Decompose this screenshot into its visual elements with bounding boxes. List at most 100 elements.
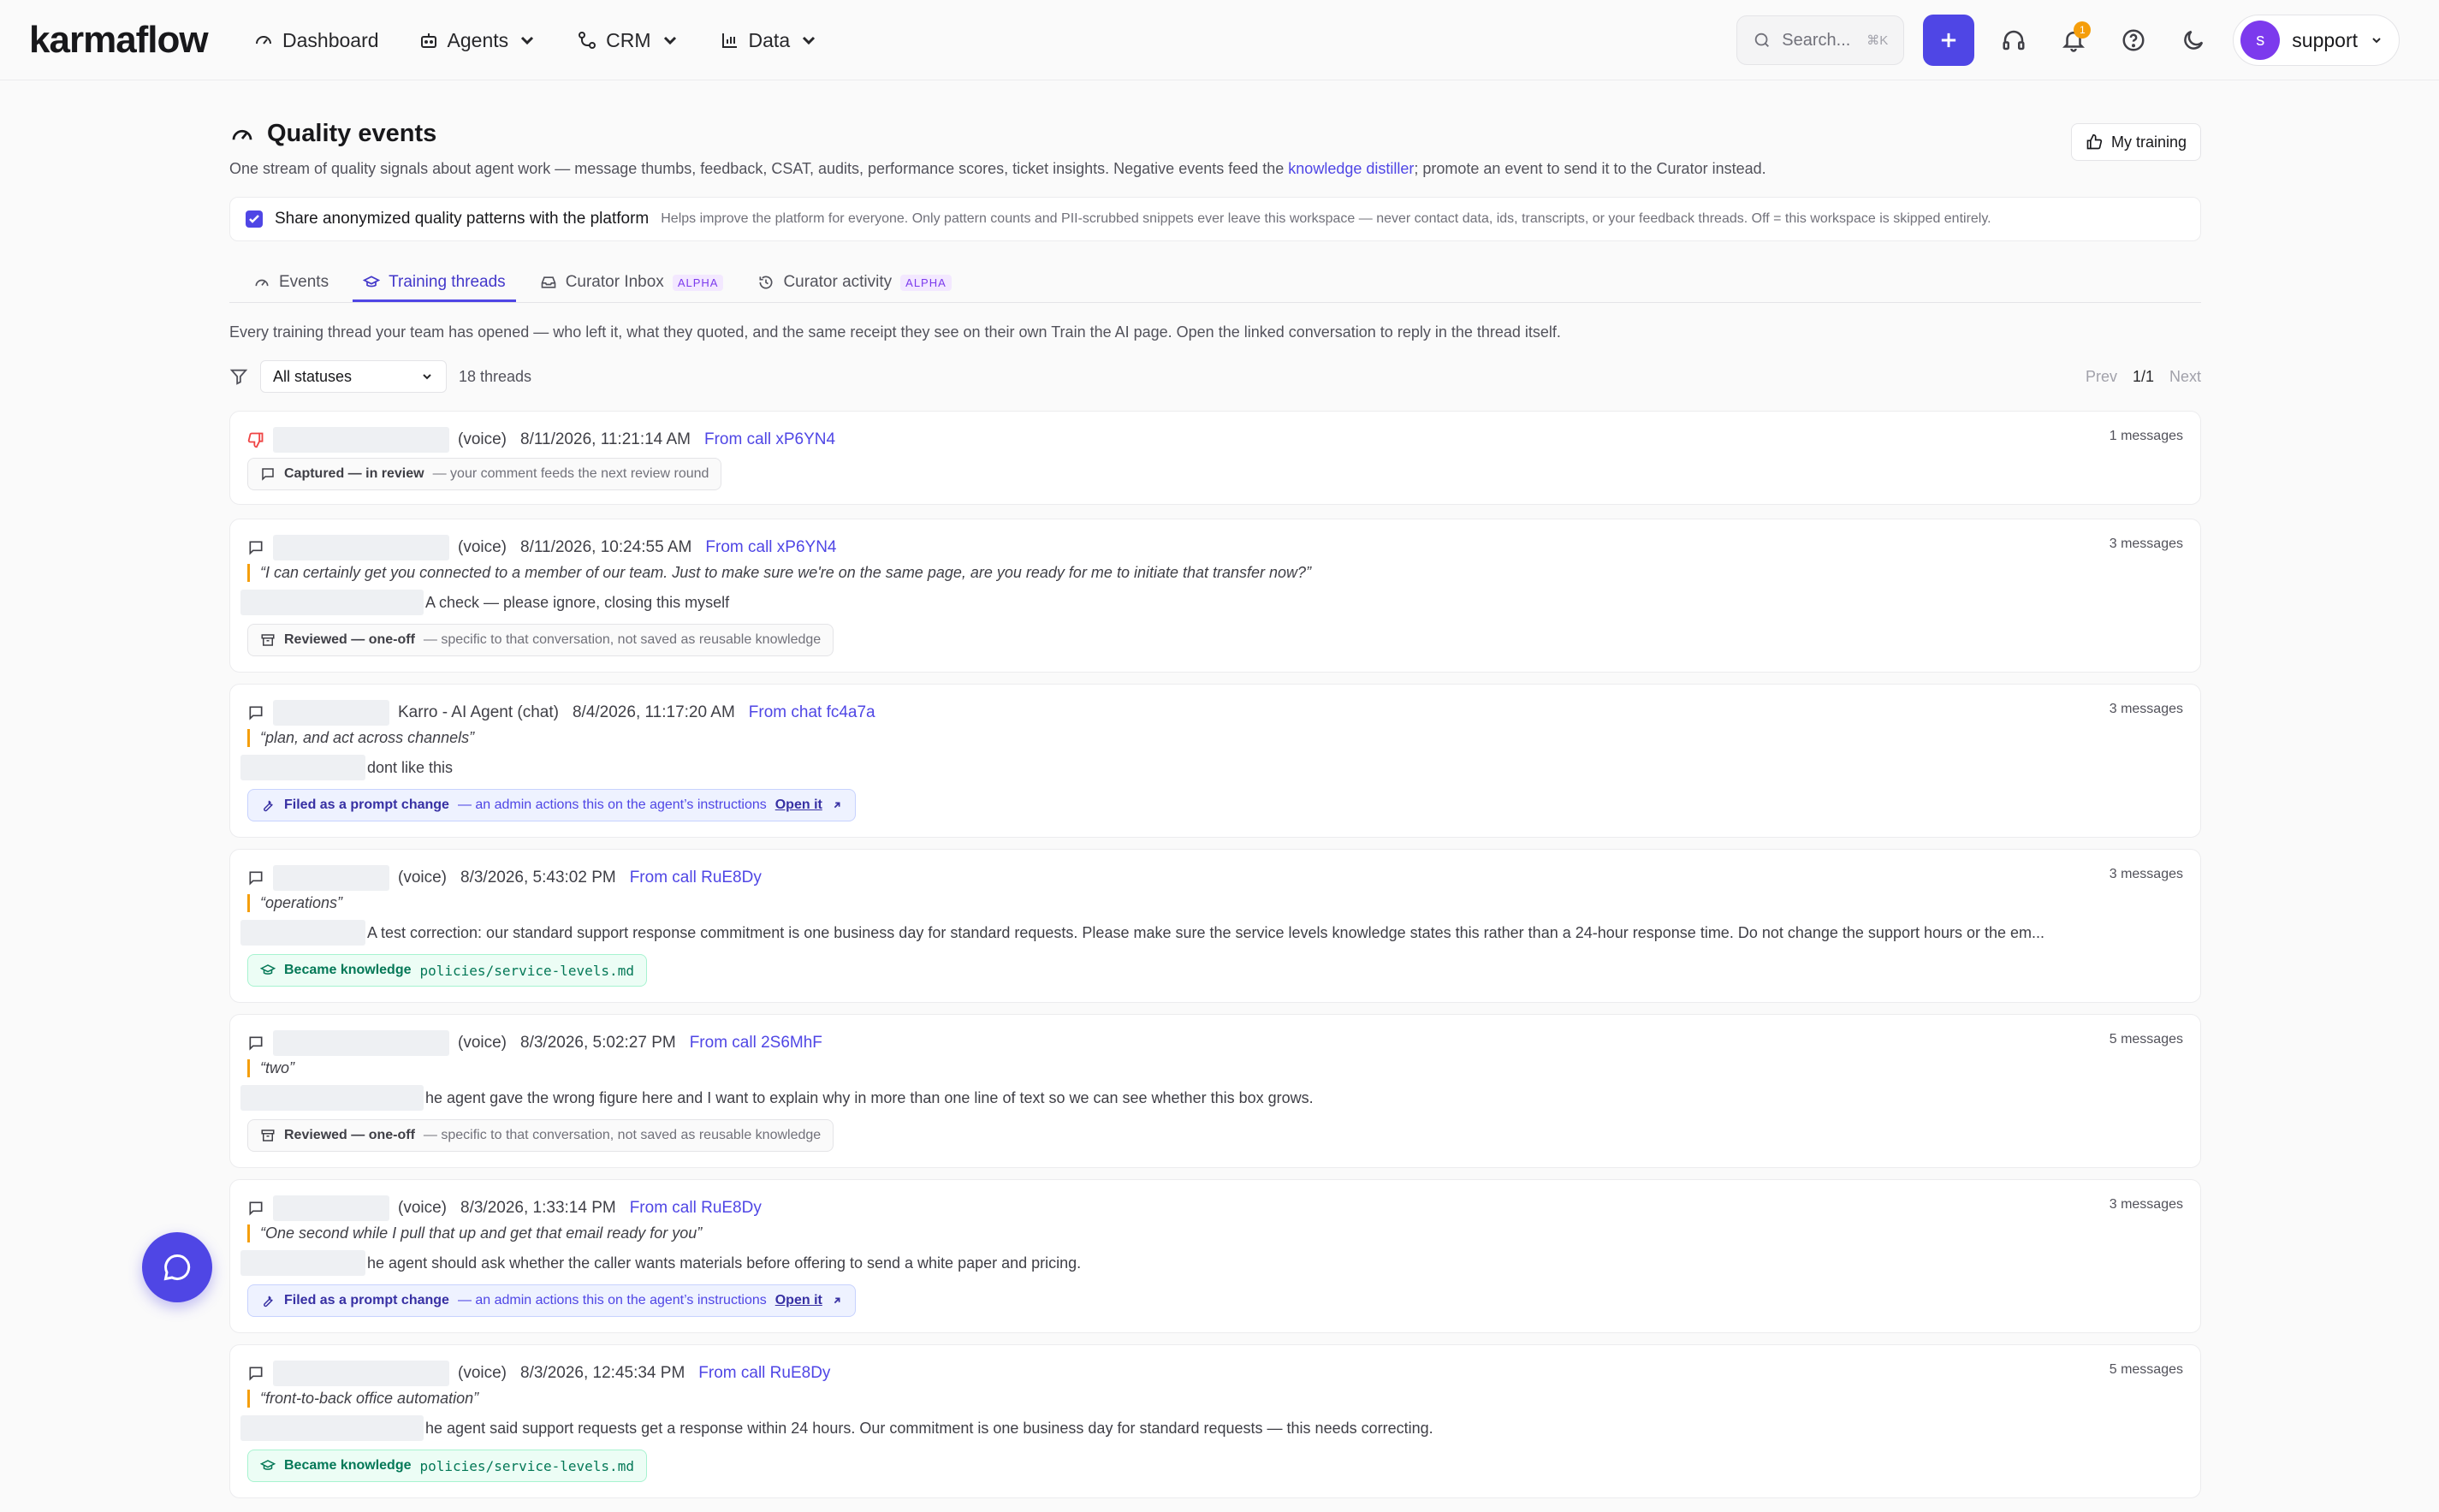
quoted-text: “front-to-back office automation” xyxy=(247,1390,478,1408)
status-filter-select[interactable]: All statuses xyxy=(260,360,447,393)
robot-icon xyxy=(420,33,436,48)
message-square-icon xyxy=(249,1201,263,1216)
comment-text: he agent should ask whether the caller w… xyxy=(240,1250,1081,1276)
share-patterns-label: Share anonymized quality patterns with t… xyxy=(275,210,650,228)
status-chip: Captured — in review — your comment feed… xyxy=(247,458,722,490)
main-content: Quality events My training One stream of… xyxy=(229,120,2201,393)
source-link[interactable]: From call RuE8Dy xyxy=(630,1199,762,1218)
redacted-name xyxy=(240,755,365,780)
redacted-name xyxy=(240,1415,424,1441)
redacted-name xyxy=(240,920,365,946)
tab-curator-inbox[interactable]: Curator Inbox ALPHA xyxy=(530,273,734,302)
redacted-name xyxy=(273,535,449,560)
chevron-down-icon xyxy=(663,36,676,45)
external-link-icon xyxy=(834,802,840,809)
thread-header: (voice) 8/3/2026, 5:02:27 PM From call 2… xyxy=(247,1030,822,1056)
pagination: Prev 1/1 Next xyxy=(2086,360,2201,393)
thread-header: Karro - AI Agent (chat) 8/4/2026, 11:17:… xyxy=(247,700,875,726)
gauge-icon xyxy=(232,129,252,139)
chat-launcher-button[interactable] xyxy=(142,1232,212,1302)
chevron-down-icon xyxy=(423,374,431,380)
nav-data[interactable]: Data xyxy=(720,29,820,52)
nav-crm[interactable]: CRM xyxy=(577,29,679,52)
theme-toggle[interactable] xyxy=(2173,20,2214,61)
message-count: 5 messages xyxy=(2109,1362,2183,1377)
thread-card[interactable]: (voice) 8/3/2026, 1:33:14 PM From call R… xyxy=(229,1179,2201,1333)
status-chip: Became knowledge policies/service-levels… xyxy=(247,954,647,987)
top-tools: Search... ⌘K 1 s support xyxy=(1736,14,2400,67)
nav-dashboard[interactable]: Dashboard xyxy=(253,29,379,52)
knowledge-distiller-link[interactable]: knowledge distiller xyxy=(1288,160,1414,177)
tab-training-threads[interactable]: Training threads xyxy=(353,273,516,302)
thread-card[interactable]: Karro - AI Agent (chat) 8/4/2026, 11:17:… xyxy=(229,684,2201,838)
bar-chart-icon xyxy=(721,33,737,48)
archive-icon xyxy=(261,634,275,646)
external-link-icon xyxy=(834,1297,840,1304)
share-patterns-checkbox[interactable] xyxy=(246,210,263,228)
message-count: 3 messages xyxy=(2109,867,2183,881)
quoted-text: “two” xyxy=(247,1059,294,1077)
message-square-icon xyxy=(249,541,263,555)
alpha-badge: ALPHA xyxy=(900,274,952,291)
nav-agents[interactable]: Agents xyxy=(418,29,538,52)
help-button[interactable] xyxy=(2113,20,2154,61)
thread-card[interactable]: (voice) 8/3/2026, 5:43:02 PM From call R… xyxy=(229,849,2201,1003)
inbox-icon xyxy=(541,276,556,288)
graduation-cap-icon xyxy=(260,964,276,975)
thread-header: (voice) 8/3/2026, 5:43:02 PM From call R… xyxy=(247,865,762,891)
source-link[interactable]: From chat fc4a7a xyxy=(749,703,875,722)
chevron-down-icon xyxy=(2372,38,2381,44)
gauge-icon xyxy=(255,279,269,287)
support-button[interactable] xyxy=(1993,20,2034,61)
history-icon xyxy=(759,276,773,289)
redacted-name xyxy=(240,590,424,615)
knowledge-path[interactable]: policies/service-levels.md xyxy=(420,963,634,979)
prev-page-button[interactable]: Prev xyxy=(2086,368,2117,386)
search-icon xyxy=(1755,33,1770,47)
quoted-text: “One second while I pull that up and get… xyxy=(247,1224,702,1242)
tab-curator-activity[interactable]: Curator activity ALPHA xyxy=(747,273,961,302)
logo[interactable]: karmaflow xyxy=(29,19,209,62)
user-menu[interactable]: s support xyxy=(2233,15,2400,66)
chat-bubble-icon xyxy=(163,1254,191,1281)
message-square-icon xyxy=(249,1036,263,1051)
source-link[interactable]: From call 2S6MhF xyxy=(690,1034,822,1052)
share-patterns-help: Helps improve the platform for everyone.… xyxy=(661,211,1991,226)
workflow-icon xyxy=(579,32,596,49)
intro-text: Every training thread your team has open… xyxy=(229,323,1561,341)
archive-icon xyxy=(261,1130,275,1141)
graduation-cap-icon xyxy=(363,276,381,288)
message-square-icon xyxy=(262,468,274,481)
title-row: Quality events xyxy=(229,120,2201,148)
redacted-name xyxy=(273,865,389,891)
message-count: 3 messages xyxy=(2109,702,2183,716)
message-square-icon xyxy=(249,871,263,886)
redacted-name xyxy=(240,1085,424,1111)
source-link[interactable]: From call RuE8Dy xyxy=(698,1364,830,1383)
notification-badge: 1 xyxy=(2074,21,2092,39)
search-input[interactable]: Search... ⌘K xyxy=(1736,15,1905,65)
next-page-button[interactable]: Next xyxy=(2169,368,2201,386)
thread-card[interactable]: (voice) 8/3/2026, 12:45:34 PM From call … xyxy=(229,1344,2201,1498)
moon-icon xyxy=(2184,30,2204,50)
open-prompt-change-link[interactable]: Open it xyxy=(775,1293,822,1308)
redacted-name xyxy=(273,1030,449,1056)
source-link[interactable]: From call xP6YN4 xyxy=(704,430,835,449)
create-button[interactable] xyxy=(1923,15,1975,66)
open-prompt-change-link[interactable]: Open it xyxy=(775,798,822,813)
headset-icon xyxy=(2003,30,2025,50)
my-training-button[interactable]: My training xyxy=(2070,123,2201,161)
plus-icon xyxy=(1942,33,1956,48)
thread-card[interactable]: (voice) 8/3/2026, 5:02:27 PM From call 2… xyxy=(229,1014,2201,1168)
source-link[interactable]: From call xP6YN4 xyxy=(705,538,836,557)
status-chip: Filed as a prompt change — an admin acti… xyxy=(247,789,856,821)
tab-events[interactable]: Events xyxy=(243,273,339,302)
message-count: 5 messages xyxy=(2109,1032,2183,1047)
status-chip: Filed as a prompt change — an admin acti… xyxy=(247,1284,856,1317)
source-link[interactable]: From call RuE8Dy xyxy=(630,869,762,887)
thread-card[interactable]: (voice) 8/11/2026, 10:24:55 AM From call… xyxy=(229,519,2201,673)
redacted-name xyxy=(273,427,449,453)
thread-card[interactable]: (voice) 8/11/2026, 11:21:14 AM From call… xyxy=(229,411,2201,505)
knowledge-path[interactable]: policies/service-levels.md xyxy=(420,1458,634,1474)
notifications-button[interactable]: 1 xyxy=(2053,20,2094,61)
